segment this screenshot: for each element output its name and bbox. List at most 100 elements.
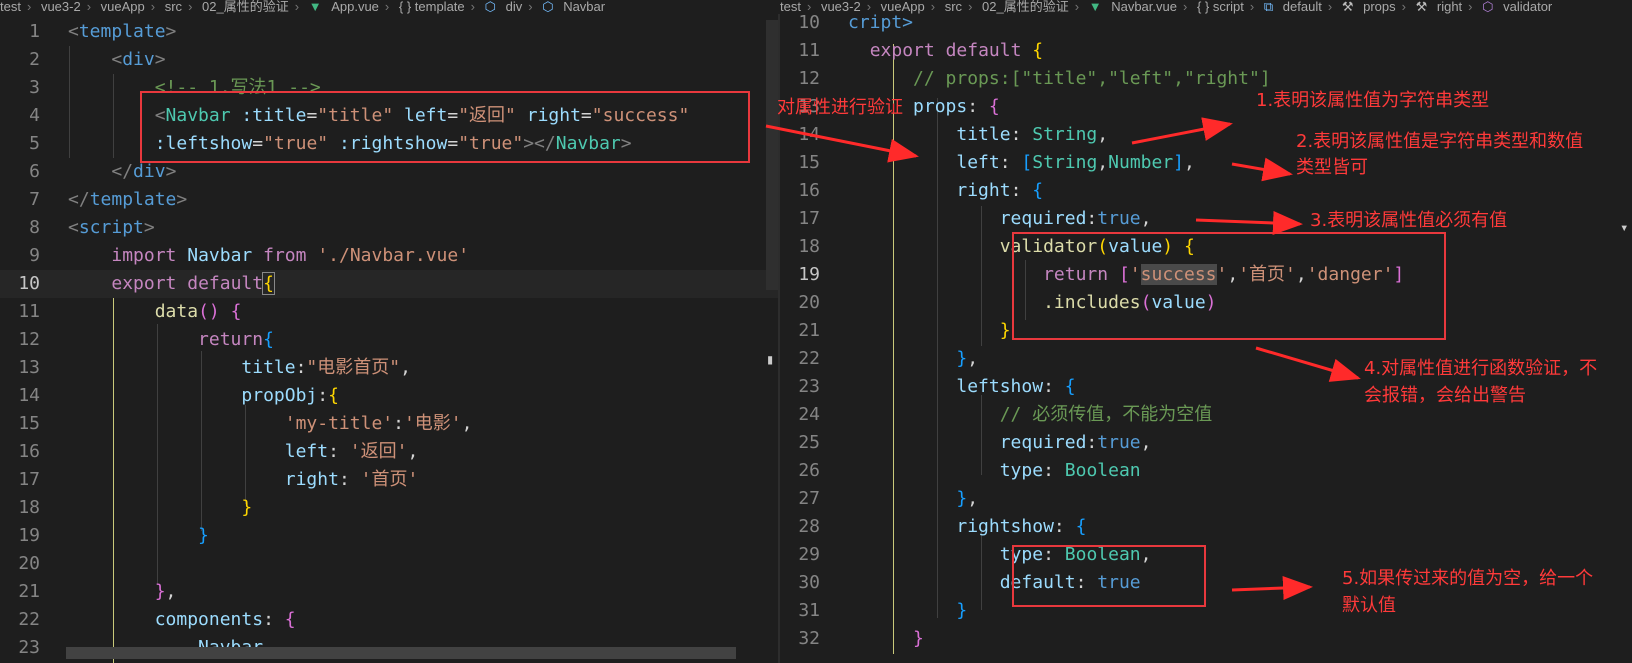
breadcrumb-item[interactable]: div [506,0,523,14]
breadcrumb-item[interactable]: Navbar.vue [1111,0,1177,14]
line-number: 4 [29,105,40,126]
breadcrumb-item[interactable]: 02_属性的验证 [982,0,1069,14]
line-number: 26 [798,460,820,481]
breadcrumb-item[interactable]: validator [1503,0,1552,14]
code-line: 19 } [0,522,780,550]
line-number: 11 [18,301,40,322]
line-number: 23 [18,637,40,658]
breadcrumb-item[interactable]: vueApp [101,0,145,14]
code-line: 11 data() { [0,298,780,326]
line-number: 24 [798,404,820,425]
line-number: 30 [798,572,820,593]
line-number: 13 [18,357,40,378]
breadcrumb-item[interactable]: src [165,0,182,14]
code-line: 2 <div> [0,46,780,74]
line-number: 9 [29,245,40,266]
breadcrumb-item[interactable]: vue3-2 [821,0,861,14]
variable-icon: ⧉ [1263,0,1274,14]
right-code[interactable]: 10 cript> 11 export default { 12 // props… [780,9,1632,653]
annotation-text: 1.表明该属性值为字符串类型 [1256,90,1490,111]
breadcrumb-item[interactable]: vueApp [881,0,925,14]
code-line: 20 [0,550,780,578]
line-number: 3 [29,77,40,98]
line-number: 17 [798,208,820,229]
code-line: 4 <Navbar :title="title" left="返回" right… [0,102,780,130]
code-line: 18 validator(value) { [780,233,1632,261]
line-number: 31 [798,600,820,621]
code-line: 29 type: Boolean, [780,541,1632,569]
code-line: 6 </div> [0,158,780,186]
code-line: 12 return{ [0,326,780,354]
annotation-text: 4.对属性值进行函数验证，不 [1364,358,1598,379]
code-line: 26 type: Boolean [780,457,1632,485]
breadcrumb-item[interactable]: right [1437,0,1462,14]
breadcrumb-item[interactable]: src [945,0,962,14]
line-number: 15 [18,413,40,434]
code-line: 32 } [780,625,1632,653]
line-number: 12 [798,68,820,89]
vue-file-icon: ▼ [308,0,322,14]
breadcrumb-item[interactable]: { } script [1197,0,1244,14]
code-line-current: 10 export default{ [0,270,780,298]
code-line: 13 props: { [780,93,1632,121]
overview-ruler-marker: ▮ [766,352,775,368]
left-editor-pane[interactable]: test › vue3-2 › vueApp › src › 02_属性的验证 › ▼ A… [0,0,780,663]
code-line: 21 } [780,317,1632,345]
left-code[interactable]: 1 <template> 2 <div> 3 <!-- 1.写法1 --> 4 <… [0,18,780,662]
breadcrumb-item[interactable]: vue3-2 [41,0,81,14]
wrench-icon: ⚒ [1415,0,1428,14]
code-line: 1 <template> [0,18,780,46]
breadcrumb-item[interactable]: test [780,0,801,14]
line-number: 23 [798,376,820,397]
line-number: 5 [29,133,40,154]
line-number: 17 [18,469,40,490]
code-line: 28 rightshow: { [780,513,1632,541]
line-number: 32 [798,628,820,649]
vue-file-icon: ▼ [1088,0,1102,14]
line-number: 21 [798,320,820,341]
right-editor-pane[interactable]: test › vue3-2 › vueApp › src › 02_属性的验证 › ▼ N… [780,0,1632,663]
code-line: 27 }, [780,485,1632,513]
breadcrumb-item[interactable]: 02_属性的验证 [202,0,289,14]
breadcrumb-item[interactable]: default [1283,0,1322,14]
code-line: 9 import Navbar from './Navbar.vue' [0,242,780,270]
line-number: 19 [798,264,820,285]
line-number: 29 [798,544,820,565]
breadcrumb-item[interactable]: props [1363,0,1396,14]
line-number: 27 [798,488,820,509]
method-icon: ⬡ [1482,0,1494,14]
line-number: 8 [29,217,40,238]
breadcrumb-item[interactable]: App.vue [331,0,379,14]
breadcrumb-item[interactable]: test [0,0,21,14]
line-number: 15 [798,152,820,173]
line-number: 14 [798,124,820,145]
code-line: 25 required:true, [780,429,1632,457]
line-number: 20 [798,292,820,313]
left-breadcrumb: test › vue3-2 › vueApp › src › 02_属性的验证 › ▼ A… [0,0,780,14]
code-line: 8 <script> [0,214,780,242]
line-number: 19 [18,525,40,546]
line-number: 25 [798,432,820,453]
code-line: 18 } [0,494,780,522]
annotation-text: 5.如果传过来的值为空，给一个 [1342,568,1594,589]
code-line: 16 right: { [780,177,1632,205]
line-number: 18 [798,236,820,257]
horizontal-scrollbar[interactable] [66,647,736,659]
code-line: 14 propObj:{ [0,382,780,410]
code-comment: <!-- 1.写法1 --> [154,77,321,98]
line-number: 18 [18,497,40,518]
code-line: 22 components: { [0,606,780,634]
overview-ruler-marker: ▾ [1620,220,1629,236]
code-line: 17 right: '首页' [0,466,780,494]
line-number: 22 [18,609,40,630]
line-number: 6 [29,161,40,182]
line-number: 16 [18,441,40,462]
vertical-scrollbar[interactable] [766,20,778,290]
breadcrumb-item[interactable]: Navbar [563,0,605,14]
line-number: 12 [18,329,40,350]
breadcrumb-item[interactable]: { } template [399,0,465,14]
annotation-text: 2.表明该属性值是字符串类型和数值 [1296,131,1584,152]
annotation-text: 会报错，会给出警告 [1364,385,1526,406]
line-number: 22 [798,348,820,369]
code-line: 7 </template> [0,186,780,214]
